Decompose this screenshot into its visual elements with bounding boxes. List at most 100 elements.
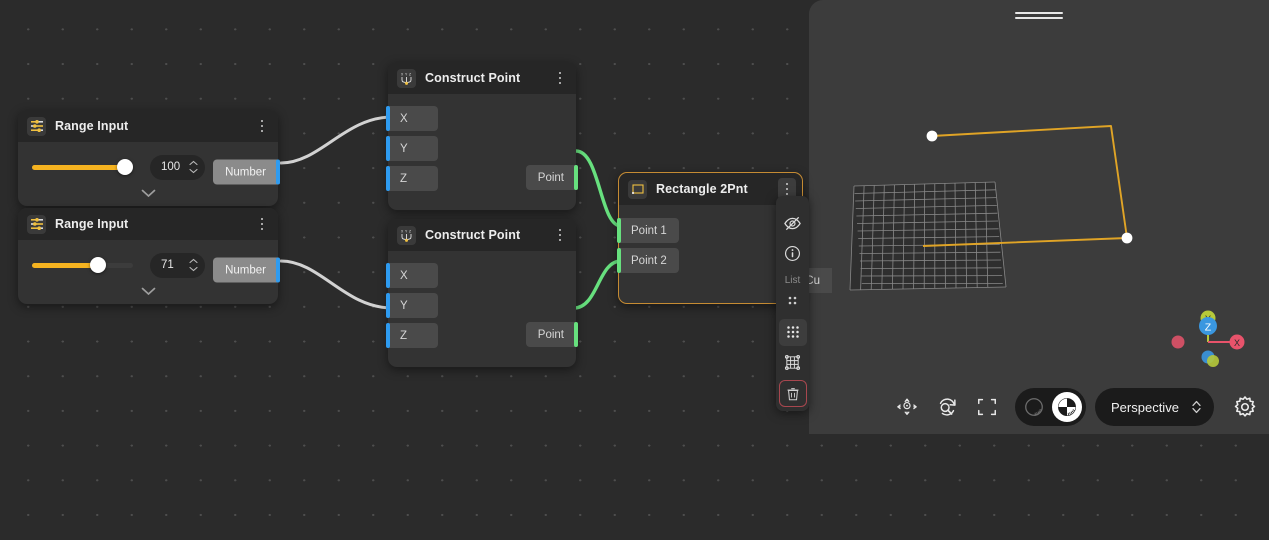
port-label: Point 2 bbox=[619, 248, 679, 273]
dots-2x2-icon[interactable] bbox=[779, 289, 807, 316]
port-label: X bbox=[388, 106, 438, 131]
node-header[interactable]: Range Input bbox=[18, 208, 278, 240]
svg-text:Z: Z bbox=[1205, 322, 1212, 334]
port-in-x[interactable]: X bbox=[386, 106, 576, 131]
port-in-y[interactable]: Y bbox=[386, 136, 576, 161]
node-construct-point-2[interactable]: X Y Z Construct Point X Y Z Point bbox=[386, 219, 578, 367]
socket-in[interactable] bbox=[617, 218, 621, 243]
socket-in[interactable] bbox=[386, 293, 390, 318]
socket-out[interactable] bbox=[574, 165, 578, 190]
node-construct-point-1[interactable]: X Y Z Construct Point X Y Z Point bbox=[386, 62, 578, 210]
socket-out[interactable] bbox=[574, 322, 578, 347]
chevron-updown-icon bbox=[1192, 400, 1201, 414]
node-context-toolbar[interactable]: List bbox=[776, 196, 809, 411]
svg-text:Y: Y bbox=[405, 229, 408, 233]
port-label: Number bbox=[213, 159, 278, 185]
slider-fill bbox=[32, 262, 98, 268]
gear-icon[interactable] bbox=[1228, 390, 1262, 424]
node-title: Construct Point bbox=[425, 71, 521, 85]
range-row: 100 Number bbox=[18, 152, 280, 185]
viewport-toolbar[interactable]: Perspective bbox=[809, 380, 1269, 434]
value-text: 71 bbox=[161, 259, 174, 271]
port-out-number[interactable]: Number bbox=[213, 257, 280, 283]
port-label: Point bbox=[525, 322, 576, 347]
svg-text:X: X bbox=[401, 229, 404, 233]
slider-fill bbox=[32, 164, 125, 170]
info-icon[interactable] bbox=[779, 241, 807, 268]
range-slider[interactable] bbox=[32, 159, 133, 175]
port-label: Point bbox=[525, 165, 576, 190]
port-in-x[interactable]: X bbox=[386, 263, 576, 288]
svg-text:Y: Y bbox=[405, 72, 408, 76]
node-range-input-1[interactable]: Range Input 100 Number bbox=[18, 110, 280, 206]
slider-knob[interactable] bbox=[116, 159, 133, 175]
node-title: Range Input bbox=[55, 119, 129, 133]
node-range-input-2[interactable]: Range Input 71 Number bbox=[18, 208, 280, 304]
port-label: X bbox=[388, 263, 438, 288]
sliders-icon bbox=[27, 214, 46, 234]
control-point-2 bbox=[1121, 232, 1133, 244]
kebab-menu-icon[interactable] bbox=[255, 118, 269, 134]
axis-gizmo[interactable]: Y X Z bbox=[1169, 304, 1245, 368]
value-text: 100 bbox=[161, 161, 181, 173]
fit-to-screen-icon[interactable] bbox=[967, 387, 1007, 427]
port-label: Y bbox=[388, 136, 438, 161]
port-label: Point 1 bbox=[619, 218, 679, 243]
kebab-menu-icon[interactable] bbox=[553, 227, 567, 243]
kebab-menu-icon[interactable] bbox=[553, 70, 567, 86]
node-header[interactable]: X Y Z Construct Point bbox=[388, 219, 576, 251]
node-body: 100 Number bbox=[18, 142, 280, 206]
range-slider[interactable] bbox=[32, 257, 133, 273]
shading-mode-toggle[interactable] bbox=[1015, 388, 1086, 426]
socket-in[interactable] bbox=[617, 248, 621, 273]
rotate-zoom-icon[interactable] bbox=[927, 387, 967, 427]
pan-orbit-icon[interactable] bbox=[887, 387, 927, 427]
socket-out[interactable] bbox=[276, 159, 280, 185]
svg-text:Z: Z bbox=[409, 229, 411, 233]
socket-in[interactable] bbox=[386, 263, 390, 288]
wireframe-shading-icon[interactable] bbox=[1019, 392, 1049, 422]
svg-text:X: X bbox=[401, 72, 404, 76]
camera-mode-select[interactable]: Perspective bbox=[1095, 388, 1214, 426]
socket-in[interactable] bbox=[386, 106, 390, 131]
stepper-icon[interactable] bbox=[178, 160, 198, 174]
stepper-icon[interactable] bbox=[178, 258, 198, 272]
trash-icon[interactable] bbox=[778, 380, 807, 407]
grid-mesh-icon[interactable] bbox=[779, 350, 807, 377]
visibility-off-icon[interactable] bbox=[779, 210, 807, 237]
3d-viewport[interactable]: Y X Z bbox=[809, 0, 1269, 434]
kebab-menu-icon[interactable] bbox=[255, 216, 269, 232]
socket-in[interactable] bbox=[386, 323, 390, 348]
viewport-scene bbox=[849, 125, 1133, 291]
rectangle-icon bbox=[628, 179, 647, 199]
expand-toggle[interactable] bbox=[18, 282, 278, 300]
ground-grid bbox=[849, 181, 1007, 291]
socket-in[interactable] bbox=[386, 166, 390, 191]
socket-out[interactable] bbox=[276, 257, 280, 283]
expand-toggle[interactable] bbox=[18, 184, 278, 202]
node-title: Range Input bbox=[55, 217, 129, 231]
sliders-icon bbox=[27, 116, 46, 136]
range-row: 71 Number bbox=[18, 250, 280, 283]
node-header[interactable]: X Y Z Construct Point bbox=[388, 62, 576, 94]
value-input[interactable]: 100 bbox=[150, 154, 205, 180]
port-in-y[interactable]: Y bbox=[386, 293, 576, 318]
port-label: Z bbox=[388, 323, 438, 348]
dots-3x3-icon[interactable] bbox=[778, 319, 807, 346]
svg-text:Z: Z bbox=[409, 72, 411, 76]
port-out-point[interactable]: Point bbox=[525, 322, 578, 347]
port-in-point-2[interactable]: Point 2 bbox=[617, 248, 802, 273]
value-input[interactable]: 71 bbox=[150, 252, 205, 278]
node-header[interactable]: Range Input bbox=[18, 110, 278, 142]
port-out-point[interactable]: Point bbox=[525, 165, 578, 190]
node-header[interactable]: Rectangle 2Pnt bbox=[619, 173, 802, 205]
node-body: Point 1 Point 2 Cu bbox=[617, 205, 832, 303]
port-in-point-1[interactable]: Point 1 bbox=[617, 218, 802, 243]
node-title: Rectangle 2Pnt bbox=[656, 182, 748, 196]
slider-knob[interactable] bbox=[89, 257, 106, 273]
socket-in[interactable] bbox=[386, 136, 390, 161]
node-body: X Y Z Point bbox=[386, 251, 578, 367]
port-out-number[interactable]: Number bbox=[213, 159, 280, 185]
shaded-shading-icon[interactable] bbox=[1052, 392, 1082, 422]
port-label: Number bbox=[213, 257, 278, 283]
